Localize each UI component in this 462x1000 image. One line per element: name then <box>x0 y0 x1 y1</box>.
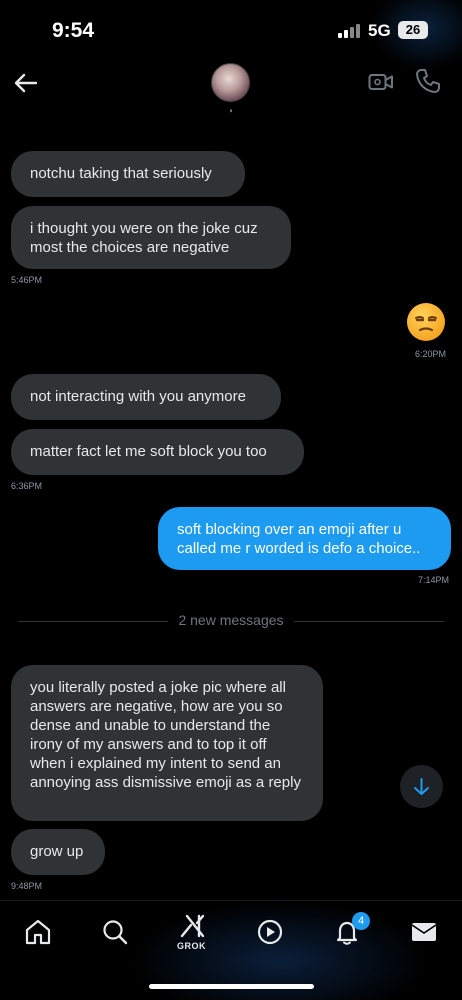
search-icon[interactable] <box>100 917 130 947</box>
signal-icon <box>338 24 362 38</box>
message-timestamp: 7:14PM <box>418 575 450 585</box>
message-timestamp: 9:48PM <box>11 881 43 891</box>
grok-label: GROK <box>177 941 206 951</box>
message-timestamp: 6:36PM <box>11 481 43 491</box>
contact-name[interactable]: ' <box>0 107 462 121</box>
unamused-face-emoji[interactable] <box>407 303 445 341</box>
message-bubble-incoming[interactable]: you literally posted a joke pic where al… <box>11 665 323 821</box>
back-arrow-icon[interactable] <box>10 68 40 98</box>
chat-header: ' <box>0 55 462 140</box>
message-timestamp: 6:20PM <box>415 349 447 359</box>
new-messages-divider: 2 new messages <box>178 612 284 628</box>
message-bubble-outgoing[interactable]: soft blocking over an emoji after u call… <box>158 507 451 570</box>
message-bubble-incoming[interactable]: matter fact let me soft block you too <box>11 429 304 475</box>
scroll-to-bottom-button[interactable] <box>400 765 443 808</box>
video-call-icon[interactable] <box>368 70 394 94</box>
network-label: 5G <box>368 21 391 40</box>
home-icon[interactable] <box>23 917 53 947</box>
home-indicator[interactable] <box>149 984 314 989</box>
message-bubble-incoming[interactable]: not interacting with you anymore <box>11 374 281 420</box>
status-bar: 9:54 5G 26 <box>0 0 462 70</box>
notification-badge: 4 <box>352 912 370 930</box>
message-bubble-incoming[interactable]: grow up <box>11 829 105 875</box>
message-bubble-incoming[interactable]: i thought you were on the joke cuz most … <box>11 206 291 269</box>
grok-icon[interactable] <box>178 911 208 941</box>
avatar[interactable] <box>211 63 250 102</box>
play-icon[interactable] <box>255 917 285 947</box>
arrow-down-icon <box>414 778 429 795</box>
status-time: 9:54 <box>52 19 95 42</box>
message-timestamp: 5:46PM <box>11 275 43 285</box>
mail-icon[interactable] <box>409 917 439 947</box>
phone-call-icon[interactable] <box>414 67 442 95</box>
battery-icon: 26 <box>398 21 428 39</box>
message-bubble-incoming[interactable]: notchu taking that seriously <box>11 151 245 197</box>
